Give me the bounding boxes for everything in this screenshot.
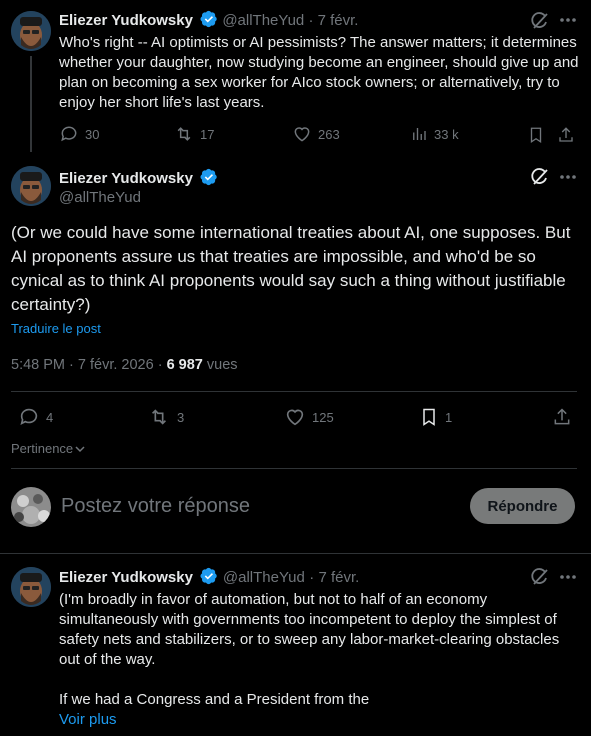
author-handle[interactable]: @allTheYud [222,12,304,29]
views-count: 33 k [434,126,459,142]
more-icon[interactable] [559,17,577,23]
translate-link[interactable]: Traduire le post [11,321,101,337]
repost-icon [177,127,191,141]
avatar[interactable] [11,11,51,51]
chevron-down-icon [75,445,85,453]
reply-count: 30 [85,126,100,142]
more-icon[interactable] [559,574,577,580]
more-icon[interactable] [559,174,577,180]
verified-icon [200,567,218,585]
verified-icon [200,10,218,28]
verified-icon [200,168,218,186]
reply-submit-button[interactable]: Répondre [470,488,575,524]
tweet-text: If we had a Congress and a President fro… [59,691,370,708]
tweet-date[interactable]: · 7 févr. [309,569,359,586]
like-count: 125 [312,409,334,425]
timestamp[interactable]: 5:48 PM · 7 févr. 2026 · [11,357,167,373]
divider [0,553,591,554]
tweet-date[interactable]: · 7 févr. [308,12,358,29]
views-count: 6 987 [166,357,203,373]
grok-icon[interactable] [530,11,550,31]
reply-button[interactable]: 4 [18,406,53,428]
views-button[interactable]: 33 k [410,124,459,144]
sort-selector[interactable]: Pertinence [11,441,85,457]
repost-button[interactable]: 3 [147,406,184,428]
views-label: vues [202,357,238,373]
thread-line [30,56,32,152]
like-icon [294,127,310,142]
share-icon[interactable] [557,125,575,145]
main-author: Eliezer Yudkowsky [59,168,218,189]
avatar[interactable] [11,166,51,206]
bookmark-icon [423,408,435,426]
sort-label: Pertinence [11,441,74,456]
views-icon [413,128,426,140]
reply-icon [20,408,38,425]
repost-count: 17 [200,126,215,142]
tweet3-header: Eliezer Yudkowsky @allTheYud · 7 févr. [59,567,359,588]
author-name[interactable]: Eliezer Yudkowsky [59,569,193,586]
avatar[interactable] [11,487,51,527]
tweet-text: Who's right -- AI optimists or AI pessim… [59,34,579,111]
share-icon[interactable] [552,406,572,428]
reply-input[interactable]: Postez votre réponse [61,494,250,518]
tweet1-header: Eliezer Yudkowsky @allTheYud · 7 févr. [59,10,358,31]
reply-icon [61,126,77,142]
repost-icon [151,409,167,425]
divider [11,468,577,469]
reply-count: 4 [46,409,54,425]
bookmark-button[interactable]: 1 [419,406,452,428]
like-count: 263 [318,126,340,142]
author-handle[interactable]: @allTheYud [223,569,305,586]
grok-icon[interactable] [530,167,550,187]
like-button[interactable]: 263 [292,124,340,144]
timestamp-row: 5:48 PM · 7 févr. 2026 · 6 987 vues [11,356,238,374]
like-icon [286,409,304,426]
author-handle[interactable]: @allTheYud [59,188,141,208]
avatar[interactable] [11,567,51,607]
show-more-link[interactable]: Voir plus [59,710,117,730]
reply-button[interactable]: 30 [59,124,99,144]
grok-icon[interactable] [530,567,550,587]
author-name[interactable]: Eliezer Yudkowsky [59,12,193,29]
divider [11,391,577,392]
main-tweet-text: (Or we could have some international tre… [11,223,571,314]
like-button[interactable]: 125 [284,406,334,428]
bookmark-count: 1 [445,409,453,425]
repost-button[interactable]: 17 [174,124,214,144]
repost-count: 3 [177,409,185,425]
tweet-text: (I'm broadly in favor of automation, but… [59,591,560,668]
author-name[interactable]: Eliezer Yudkowsky [59,170,193,187]
bookmark-icon[interactable] [527,125,545,145]
